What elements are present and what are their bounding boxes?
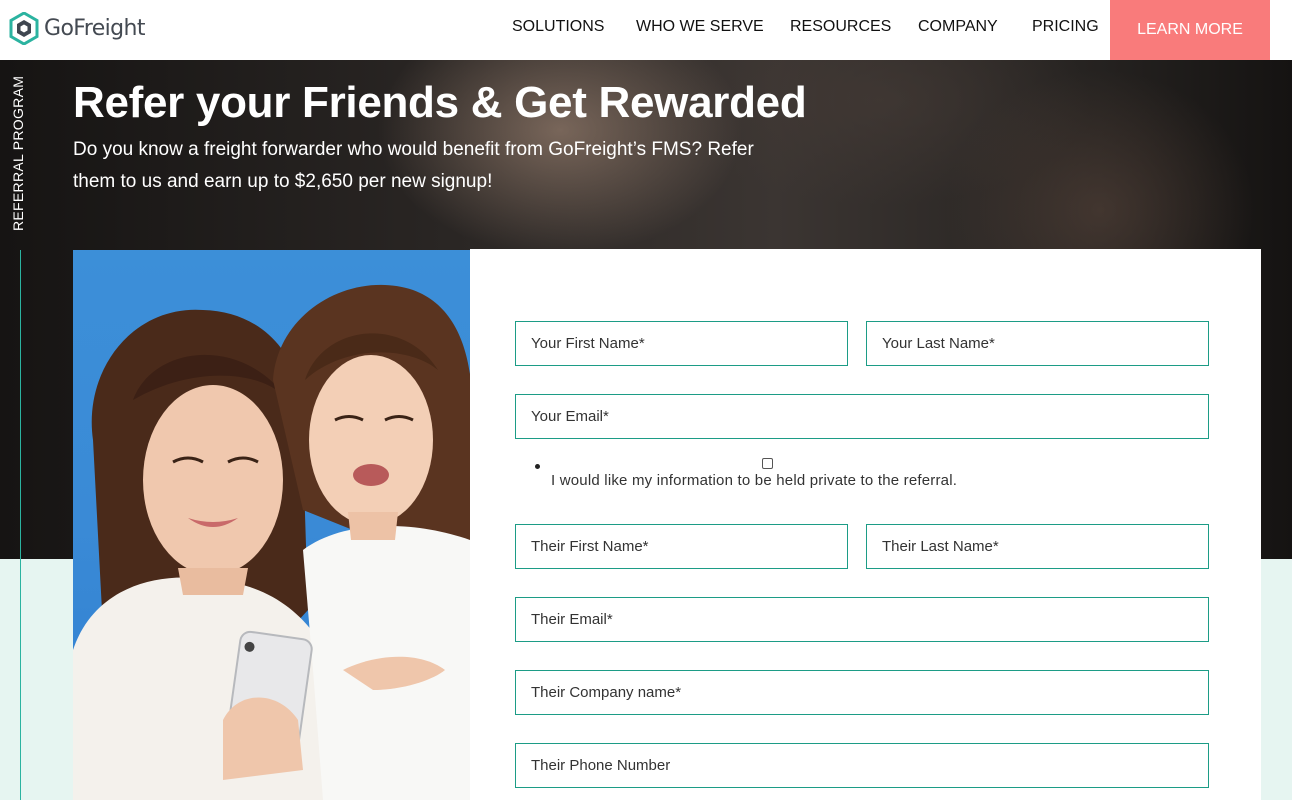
referral-program-side-label: REFERRAL PROGRAM <box>10 75 26 231</box>
privacy-checkbox-label: I would like my information to be held p… <box>551 472 958 489</box>
site-header: GoFreight SOLUTIONS WHO WE SERVE RESOURC… <box>0 0 1292 60</box>
nav-who-we-serve[interactable]: WHO WE SERVE <box>636 18 764 36</box>
gofreight-logo[interactable]: GoFreight <box>9 11 146 45</box>
their-email-input[interactable]: Their Email* <box>515 597 1209 642</box>
side-divider-line <box>20 250 21 800</box>
their-first-name-input[interactable]: Their First Name* <box>515 524 848 569</box>
page-title: Refer your Friends & Get Rewarded <box>73 78 807 127</box>
nav-pricing[interactable]: PRICING <box>1032 18 1099 36</box>
logo-wordmark: GoFreight <box>44 15 146 41</box>
nav-company[interactable]: COMPANY <box>918 18 998 36</box>
gofreight-logo-icon <box>9 11 39 45</box>
their-phone-input[interactable]: Their Phone Number <box>515 743 1209 788</box>
nav-resources[interactable]: RESOURCES <box>790 18 891 36</box>
your-last-name-input[interactable]: Your Last Name* <box>866 321 1209 366</box>
privacy-checkbox[interactable] <box>762 458 773 469</box>
list-bullet <box>535 464 540 469</box>
two-women-with-phone-illustration <box>73 284 470 800</box>
learn-more-button[interactable]: LEARN MORE <box>1110 0 1270 60</box>
privacy-option: I would like my information to be held p… <box>535 455 1035 495</box>
referral-photo <box>73 250 470 800</box>
your-first-name-input[interactable]: Your First Name* <box>515 321 848 366</box>
their-company-input[interactable]: Their Company name* <box>515 670 1209 715</box>
nav-solutions[interactable]: SOLUTIONS <box>512 18 604 36</box>
their-last-name-input[interactable]: Their Last Name* <box>866 524 1209 569</box>
your-email-input[interactable]: Your Email* <box>515 394 1209 439</box>
hero-subtitle: Do you know a freight forwarder who woul… <box>73 139 754 192</box>
